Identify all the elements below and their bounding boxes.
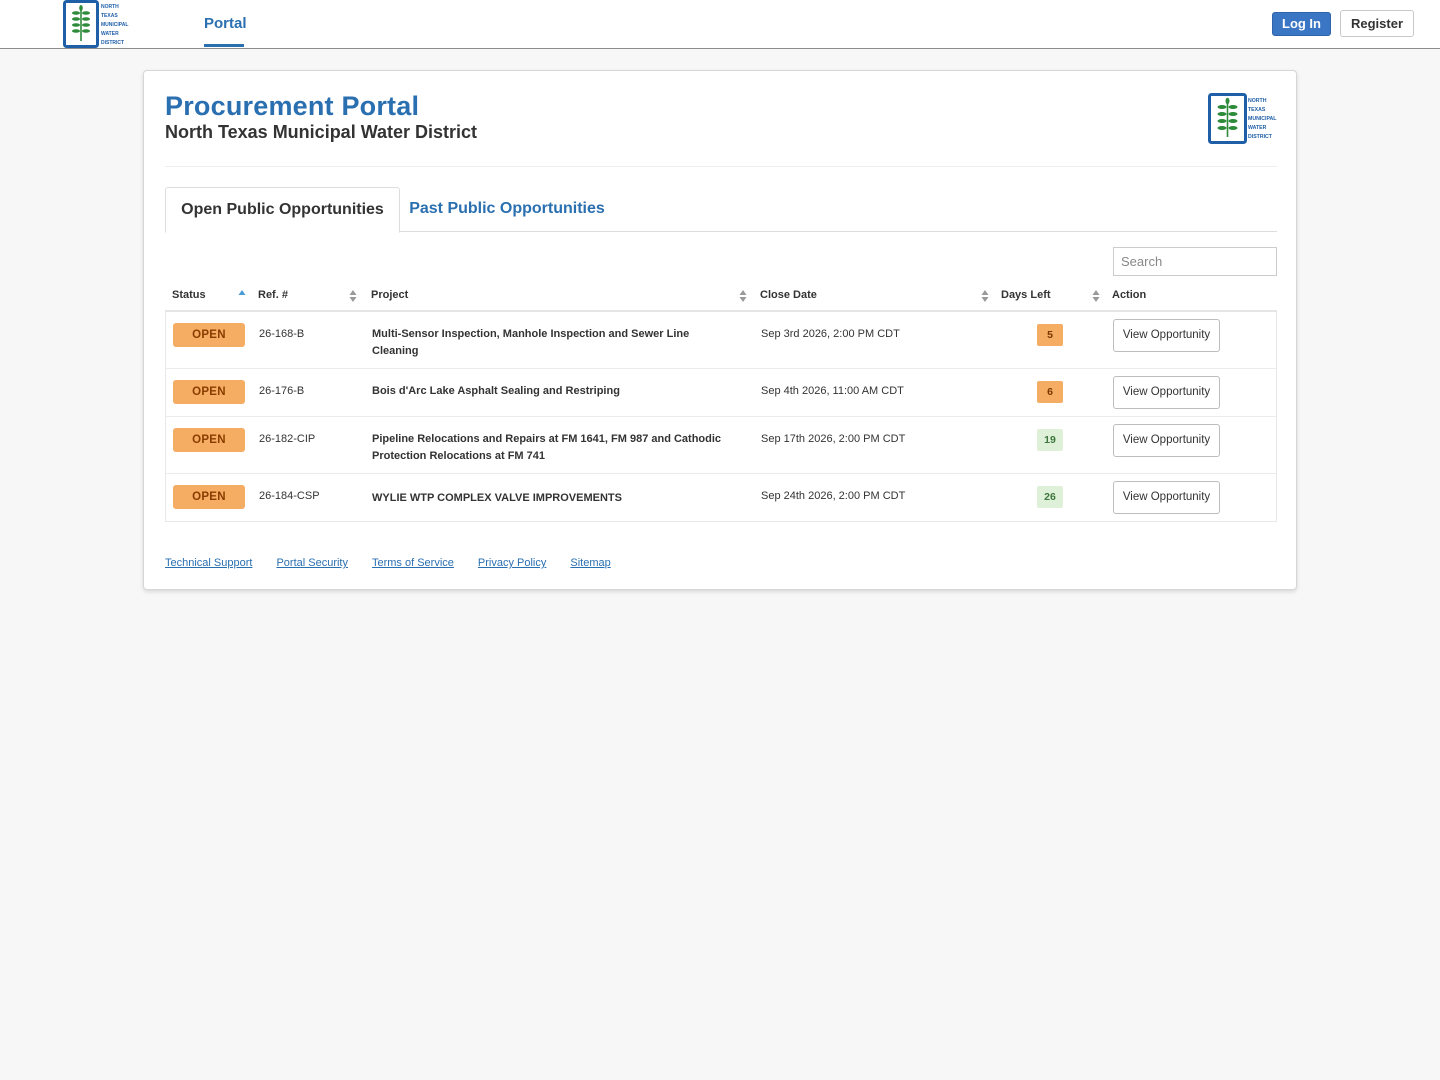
project-name: Multi-Sensor Inspection, Manhole Inspect… (372, 328, 690, 357)
nav-portal-link[interactable]: Portal (204, 0, 247, 48)
status-badge: OPEN (173, 485, 245, 509)
ref-number: 26-182-CIP (259, 433, 316, 445)
portal-card: Procurement Portal North Texas Municipal… (143, 70, 1297, 590)
project-name: WYLIE WTP COMPLEX VALVE IMPROVEMENTS (372, 492, 622, 504)
page-title: Procurement Portal (165, 91, 420, 121)
column-header-status[interactable]: Status (172, 283, 206, 310)
svg-text:MUNICIPAL: MUNICIPAL (101, 22, 128, 28)
view-opportunity-button[interactable]: View Opportunity (1113, 376, 1220, 409)
table-body: OPEN 26-168-B Multi-Sensor Inspection, M… (165, 312, 1277, 522)
status-badge: OPEN (173, 323, 245, 347)
opportunities-table: Status Ref. # Project Close Date Days Le… (165, 283, 1277, 522)
header-divider (165, 166, 1277, 167)
footer-link-privacy-policy[interactable]: Privacy Policy (478, 557, 546, 573)
tab-past-opportunities[interactable]: Past Public Opportunities (400, 187, 614, 231)
nav-active-indicator (204, 44, 244, 47)
sort-icon[interactable] (981, 289, 989, 303)
table-row: OPEN 26-184-CSP WYLIE WTP COMPLEX VALVE … (166, 473, 1276, 521)
search-input[interactable] (1113, 247, 1277, 276)
ntmwd-logo-large: NORTH TEXAS MUNICIPAL WATER DISTRICT (1208, 93, 1277, 144)
svg-text:TEXAS: TEXAS (101, 13, 118, 19)
tab-open-opportunities[interactable]: Open Public Opportunities (165, 187, 400, 233)
svg-text:WATER: WATER (101, 31, 119, 37)
column-header-days-left[interactable]: Days Left (1001, 283, 1051, 310)
column-header-ref[interactable]: Ref. # (258, 283, 288, 310)
ref-number: 26-184-CSP (259, 490, 320, 502)
footer-links: Technical Support Portal Security Terms … (165, 557, 611, 573)
view-opportunity-button[interactable]: View Opportunity (1113, 424, 1220, 457)
login-button[interactable]: Log In (1272, 12, 1331, 36)
status-badge: OPEN (173, 428, 245, 452)
status-badge: OPEN (173, 380, 245, 404)
footer-link-portal-security[interactable]: Portal Security (276, 557, 348, 573)
footer-link-sitemap[interactable]: Sitemap (570, 557, 610, 573)
page-subtitle: North Texas Municipal Water District (165, 122, 478, 142)
table-row: OPEN 26-182-CIP Pipeline Relocations and… (166, 416, 1276, 473)
project-name: Pipeline Relocations and Repairs at FM 1… (372, 433, 722, 462)
svg-text:MUNICIPAL: MUNICIPAL (1248, 116, 1277, 122)
days-left-badge: 6 (1037, 381, 1063, 403)
view-opportunity-button[interactable]: View Opportunity (1113, 481, 1220, 514)
svg-text:TEXAS: TEXAS (1248, 107, 1266, 113)
svg-text:NORTH: NORTH (1248, 98, 1267, 104)
close-date: Sep 3rd 2026, 2:00 PM CDT (761, 328, 900, 340)
sort-icon[interactable] (1092, 289, 1100, 303)
table-row: OPEN 26-176-B Bois d'Arc Lake Asphalt Se… (166, 368, 1276, 416)
table-header: Status Ref. # Project Close Date Days Le… (165, 283, 1277, 312)
close-date: Sep 24th 2026, 2:00 PM CDT (761, 490, 906, 502)
sort-ascending-icon[interactable] (238, 289, 246, 303)
top-navbar: NORTH TEXAS MUNICIPAL WATER DISTRICT Por… (0, 0, 1440, 49)
days-left-badge: 26 (1037, 486, 1063, 508)
column-header-project[interactable]: Project (371, 283, 408, 310)
sort-icon[interactable] (739, 289, 747, 303)
ntmwd-logo[interactable]: NORTH TEXAS MUNICIPAL WATER DISTRICT (63, 0, 129, 48)
svg-text:WATER: WATER (1248, 125, 1267, 131)
column-header-action: Action (1112, 289, 1147, 301)
table-row: OPEN 26-168-B Multi-Sensor Inspection, M… (166, 312, 1276, 368)
svg-text:DISTRICT: DISTRICT (101, 40, 124, 46)
days-left-badge: 19 (1037, 429, 1063, 451)
project-name: Bois d'Arc Lake Asphalt Sealing and Rest… (372, 385, 620, 397)
register-button[interactable]: Register (1340, 10, 1414, 37)
column-header-close-date[interactable]: Close Date (760, 283, 817, 310)
view-opportunity-button[interactable]: View Opportunity (1113, 319, 1220, 352)
footer-link-technical-support[interactable]: Technical Support (165, 557, 252, 573)
ref-number: 26-168-B (259, 328, 305, 340)
footer-link-terms-of-service[interactable]: Terms of Service (372, 557, 454, 573)
days-left-badge: 5 (1037, 324, 1063, 346)
close-date: Sep 17th 2026, 2:00 PM CDT (761, 433, 906, 445)
sort-icon[interactable] (349, 289, 357, 303)
svg-text:DISTRICT: DISTRICT (1248, 134, 1273, 140)
svg-text:NORTH: NORTH (101, 4, 119, 10)
ref-number: 26-176-B (259, 385, 305, 397)
close-date: Sep 4th 2026, 11:00 AM CDT (761, 385, 904, 397)
